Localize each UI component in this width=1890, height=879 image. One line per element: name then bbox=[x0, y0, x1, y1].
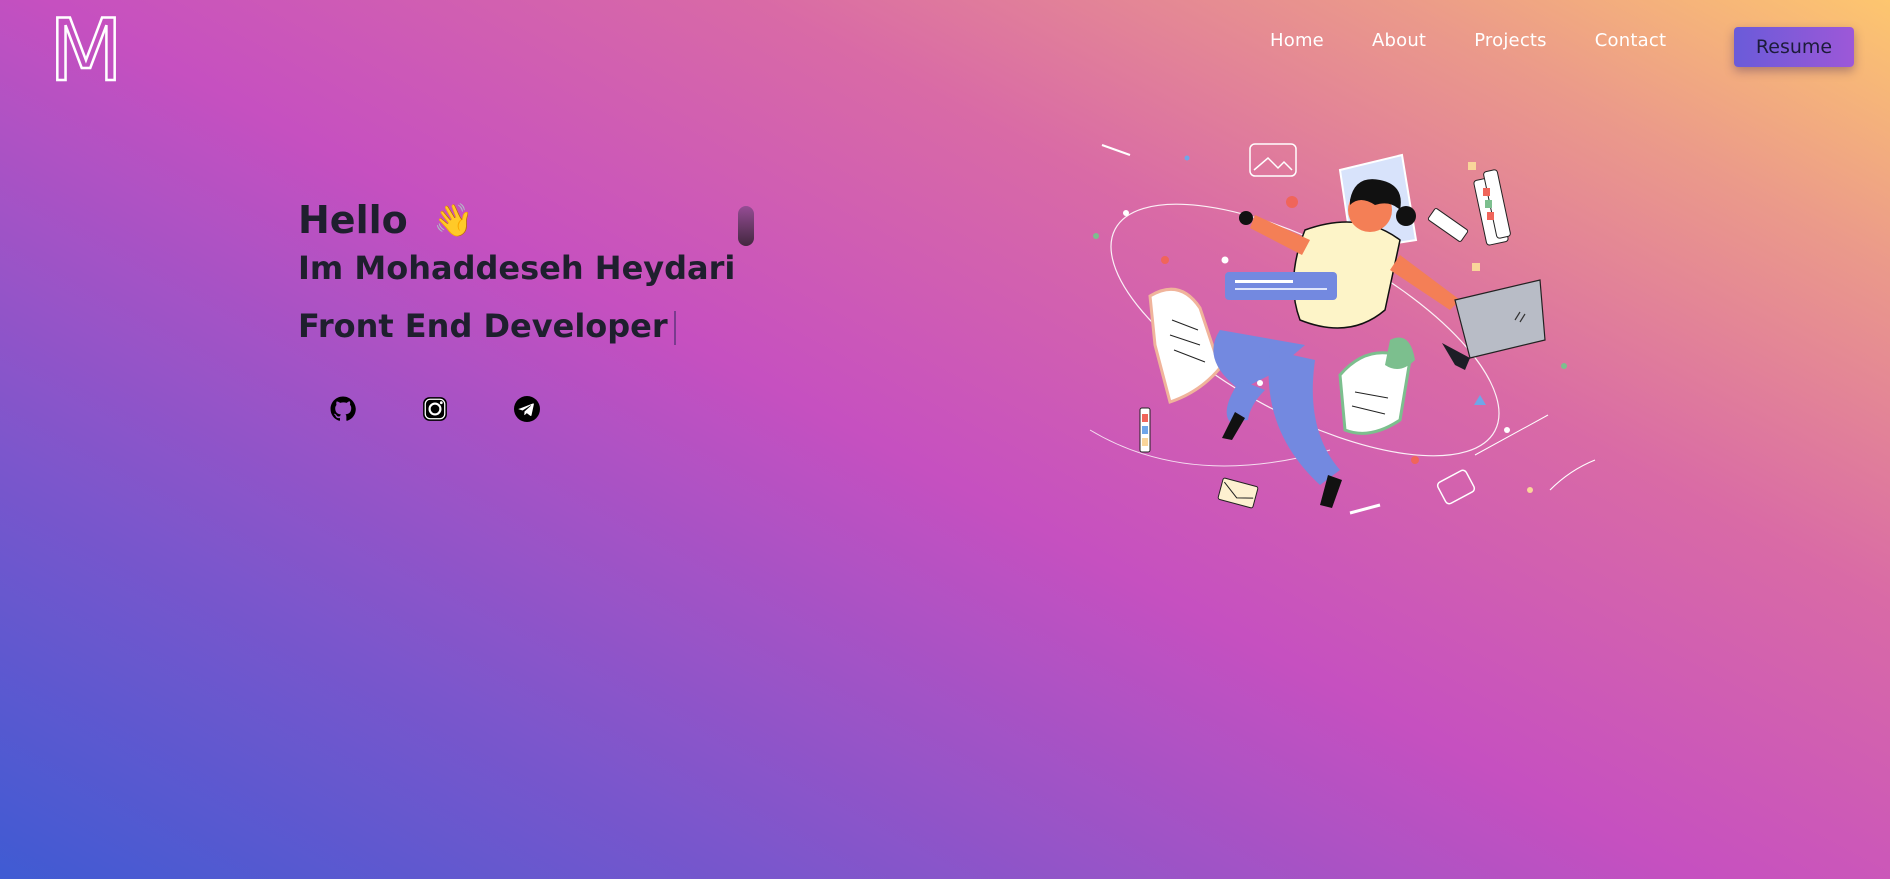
developer-illustration bbox=[1089, 143, 1596, 515]
hero-role: Front End Developer bbox=[298, 307, 676, 345]
telegram-icon bbox=[514, 396, 540, 422]
nav-about[interactable]: About bbox=[1372, 30, 1426, 51]
role-text: Front End Developer bbox=[298, 307, 668, 345]
instagram-icon bbox=[423, 397, 447, 421]
github-link[interactable] bbox=[330, 396, 356, 422]
greeting-text: Hello bbox=[298, 198, 408, 242]
instagram-link[interactable] bbox=[422, 396, 448, 422]
telegram-link[interactable] bbox=[514, 396, 540, 422]
scroll-indicator bbox=[738, 206, 754, 246]
nav-contact[interactable]: Contact bbox=[1595, 30, 1666, 51]
main-nav: Home About Projects Contact bbox=[1270, 30, 1666, 51]
resume-button[interactable]: Resume bbox=[1734, 27, 1854, 67]
nav-projects[interactable]: Projects bbox=[1474, 30, 1547, 51]
logo-letter: M bbox=[49, 8, 123, 86]
github-icon bbox=[330, 396, 356, 421]
hero-name: Im Mohaddeseh Heydari bbox=[298, 249, 736, 287]
hero-section: Hello 👋 Im Mohaddeseh Heydari Front End … bbox=[298, 195, 735, 345]
typing-cursor bbox=[673, 311, 676, 345]
hero-greeting: Hello 👋 bbox=[298, 195, 474, 245]
logo[interactable]: M bbox=[46, 8, 126, 86]
social-links bbox=[330, 396, 540, 422]
wave-emoji-icon: 👋 bbox=[433, 201, 474, 239]
nav-home[interactable]: Home bbox=[1270, 30, 1324, 51]
